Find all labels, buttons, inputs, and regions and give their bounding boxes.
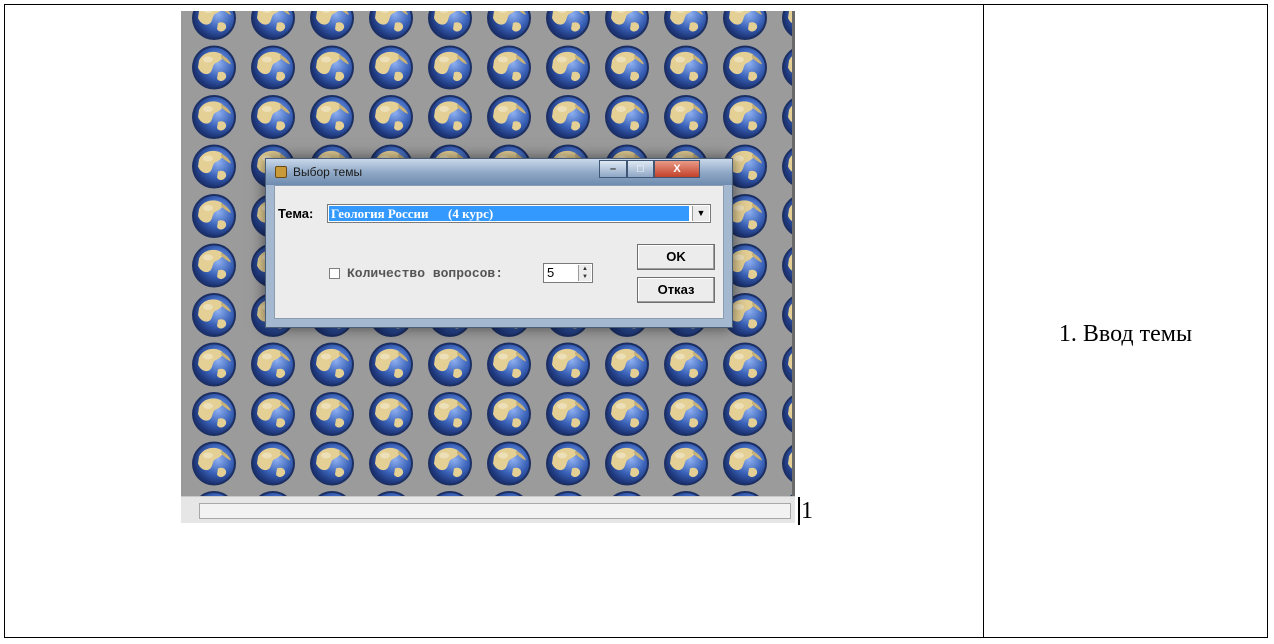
- figure-marker-line: [798, 497, 800, 525]
- app-screenshot: Выбор темы – □ X Тема: Геология России (…: [181, 11, 795, 523]
- spinner-arrows-icon[interactable]: ▲ ▼: [578, 265, 591, 281]
- theme-selected-value[interactable]: Геология России (4 курс): [329, 206, 689, 221]
- dialog-title: Выбор темы: [293, 165, 363, 179]
- figure-caption: 1. Ввод темы: [1058, 321, 1193, 347]
- maximize-button[interactable]: □: [627, 160, 654, 178]
- theme-combobox[interactable]: Геология России (4 курс) ▼: [327, 204, 711, 223]
- caption-cell: 1. Ввод темы: [983, 4, 1268, 638]
- document-table: Выбор темы – □ X Тема: Геология России (…: [4, 4, 1270, 640]
- minimize-button[interactable]: –: [599, 160, 627, 178]
- window-frame-edge: [792, 11, 795, 523]
- dialog-titlebar[interactable]: Выбор темы – □ X: [266, 159, 732, 185]
- cancel-button[interactable]: Отказ: [637, 277, 715, 303]
- question-count-checkbox[interactable]: [329, 268, 340, 279]
- theme-label: Тема:: [278, 206, 314, 221]
- dialog-client-area: Тема: Геология России (4 курс) ▼ OK Отка…: [274, 185, 724, 319]
- figure-number: 1: [801, 498, 813, 524]
- status-bar: [181, 496, 795, 523]
- ok-button[interactable]: OK: [637, 244, 715, 270]
- status-field: [199, 503, 791, 519]
- question-count-value[interactable]: 5: [547, 265, 554, 280]
- question-count-label: Количество вопросов:: [347, 266, 504, 281]
- question-count-spinner[interactable]: 5 ▲ ▼: [543, 263, 593, 283]
- app-icon: [275, 166, 287, 178]
- chevron-down-icon[interactable]: ▼: [692, 206, 709, 221]
- screenshot-cell: Выбор темы – □ X Тема: Геология России (…: [4, 4, 984, 638]
- close-button[interactable]: X: [654, 160, 700, 178]
- theme-selection-dialog: Выбор темы – □ X Тема: Геология России (…: [265, 158, 733, 328]
